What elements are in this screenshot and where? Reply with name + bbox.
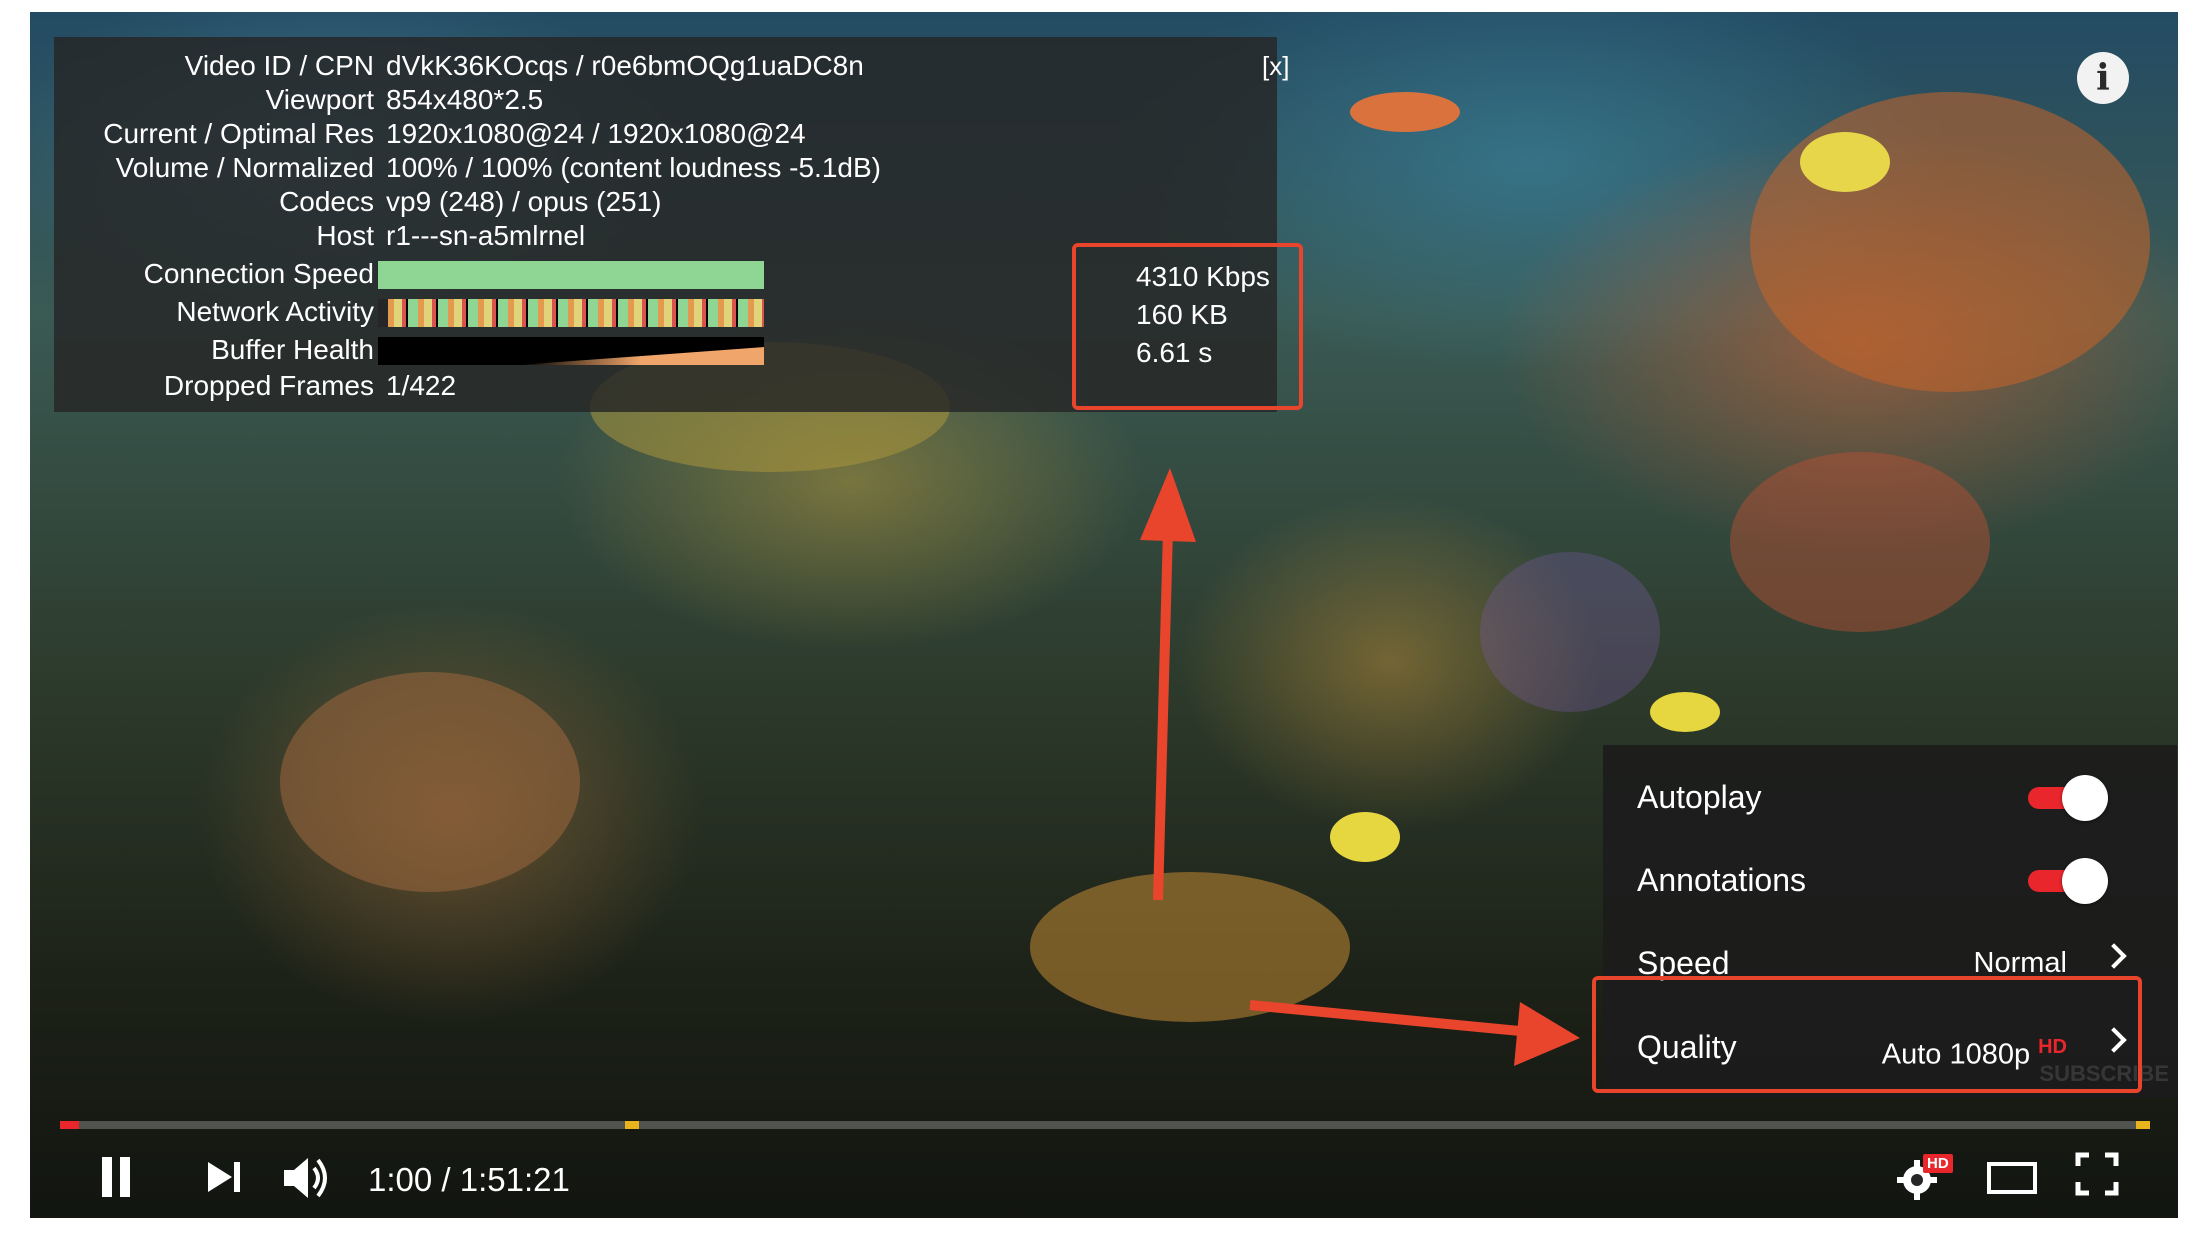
arrow-up — [1140, 468, 1196, 901]
annotation-arrows — [1140, 468, 1580, 1066]
arrow-right — [1249, 1000, 1580, 1066]
